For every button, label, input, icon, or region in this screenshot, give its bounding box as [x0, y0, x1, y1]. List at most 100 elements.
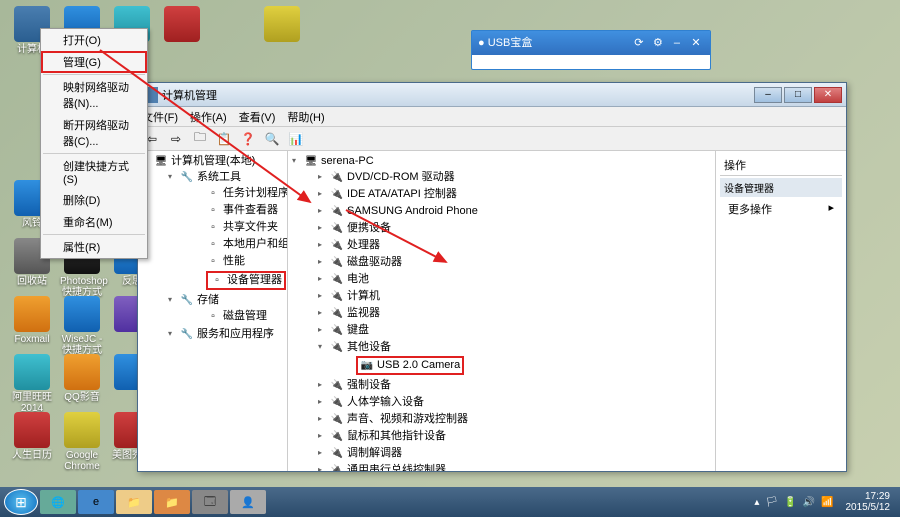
device-tree-root[interactable]: 🖥 serena-PC🔌 DVD/CD-ROM 驱动器🔌 IDE ATA/ATA… — [290, 153, 713, 471]
icon-label: 人生日历 — [10, 450, 54, 461]
more-actions[interactable]: 更多操作 ▸ — [720, 197, 842, 221]
app-icon — [164, 6, 200, 42]
tray-icon[interactable]: 📶 — [821, 497, 833, 508]
context-menu-item[interactable]: 管理(G) — [41, 51, 147, 73]
window-titlebar[interactable]: 计算机管理 – □ ✕ — [138, 83, 846, 107]
taskbar-item[interactable]: 👤 — [230, 490, 266, 514]
settings-icon[interactable]: ⚙ — [650, 31, 666, 55]
taskbar-item[interactable]: 🌐 — [40, 490, 76, 514]
tree-root[interactable]: 🖥 计算机管理(本地)🔧 系统工具▫ 任务计划程序▫ 事件查看器▫ 共享文件夹▫… — [140, 153, 285, 344]
context-menu-item[interactable]: 打开(O) — [41, 29, 147, 51]
device-category[interactable]: 🔌 计算机 — [316, 288, 713, 305]
device-icon: 🔌 — [330, 221, 344, 236]
menu-bar: 文件(F)操作(A)查看(V)帮助(H) — [138, 107, 846, 127]
menu-item[interactable]: 查看(V) — [239, 109, 276, 125]
device-category[interactable]: 🔌 DVD/CD-ROM 驱动器 — [316, 169, 713, 186]
menu-item[interactable]: 帮助(H) — [287, 109, 324, 125]
taskbar: ⊞ 🌐 e 📁 📁 🗔 👤 ▴ 🏳 🔋 🔊 📶 17:29 2015/5/12 — [0, 487, 900, 517]
device-icon: 🔌 — [330, 306, 344, 321]
desktop-icon[interactable]: QQ影音 — [60, 354, 104, 403]
close-icon[interactable]: ✕ — [688, 31, 704, 55]
minimize-button[interactable]: – — [754, 87, 782, 103]
device-category[interactable]: 🔌 声音、视频和游戏控制器 — [316, 411, 713, 428]
device-icon: 🔌 — [330, 463, 344, 471]
app-icon — [14, 354, 50, 390]
desktop-icon[interactable] — [260, 6, 304, 44]
desktop-icon[interactable]: Foxmail — [10, 296, 54, 345]
app-icon — [264, 6, 300, 42]
icon-label: WiseJC - 快捷方式 — [60, 334, 104, 356]
tree-item[interactable]: ▫ 本地用户和组 — [192, 236, 285, 253]
menu-item[interactable]: 操作(A) — [190, 109, 227, 125]
tree-group[interactable]: 🔧 服务和应用程序 — [166, 326, 285, 343]
device-category[interactable]: 🔌 磁盘驱动器 — [316, 254, 713, 271]
center-tree-panel: 🖥 serena-PC🔌 DVD/CD-ROM 驱动器🔌 IDE ATA/ATA… — [288, 151, 716, 471]
refresh-icon[interactable]: ⟳ — [631, 31, 647, 55]
tree-item[interactable]: ▫ 任务计划程序 — [192, 185, 285, 202]
device-icon: 🔌 — [330, 446, 344, 461]
context-menu-item[interactable]: 映射网络驱动器(N)... — [41, 76, 147, 114]
device-category[interactable]: 🔌 处理器 — [316, 237, 713, 254]
device-item[interactable]: 📷 USB 2.0 Camera — [342, 355, 713, 376]
close-button[interactable]: ✕ — [814, 87, 842, 103]
taskbar-item[interactable]: 📁 — [116, 490, 152, 514]
usb-window: ● USB宝盒 ⟳ ⚙ – ✕ — [471, 30, 711, 70]
desktop-icon[interactable]: WiseJC - 快捷方式 — [60, 296, 104, 356]
toolbar-button[interactable]: 🔍 — [262, 130, 282, 148]
device-category[interactable]: 🔌 SAMSUNG Android Phone — [316, 203, 713, 220]
item-icon: ▫ — [206, 254, 220, 269]
device-icon: 🔌 — [330, 412, 344, 427]
start-button[interactable]: ⊞ — [4, 489, 38, 515]
tree-item[interactable]: ▫ 性能 — [192, 253, 285, 270]
toolbar-button[interactable]: ⇨ — [166, 130, 186, 148]
device-icon: 🔌 — [330, 340, 344, 355]
device-category[interactable]: 🔌 人体学输入设备 — [316, 394, 713, 411]
tray-icon[interactable]: ▴ — [754, 497, 759, 508]
tree-group[interactable]: 🔧 系统工具▫ 任务计划程序▫ 事件查看器▫ 共享文件夹▫ 本地用户和组▫ 性能… — [166, 169, 285, 292]
device-category[interactable]: 🔌 调制解调器 — [316, 445, 713, 462]
tree-item[interactable]: ▫ 设备管理器 — [192, 270, 285, 291]
maximize-button[interactable]: □ — [784, 87, 812, 103]
desktop-icon[interactable] — [160, 6, 204, 44]
tree-item[interactable]: ▫ 事件查看器 — [192, 202, 285, 219]
context-menu-item[interactable]: 重命名(M) — [41, 211, 147, 233]
tree-item[interactable]: ▫ 磁盘管理 — [192, 308, 285, 325]
taskbar-item[interactable]: 🗔 — [192, 490, 228, 514]
desktop-icon[interactable]: 人生日历 — [10, 412, 54, 461]
tray-icon[interactable]: 🔋 — [784, 497, 796, 508]
device-category[interactable]: 🔌 其他设备📷 USB 2.0 Camera — [316, 339, 713, 377]
device-category[interactable]: 🔌 强制设备 — [316, 377, 713, 394]
tray-icon[interactable]: 🔊 — [803, 497, 815, 508]
device-category[interactable]: 🔌 通用串行总线控制器 — [316, 462, 713, 471]
tree-item[interactable]: ▫ 共享文件夹 — [192, 219, 285, 236]
device-category[interactable]: 🔌 电池 — [316, 271, 713, 288]
computer-icon: 🖥 — [304, 154, 318, 169]
minimize-icon[interactable]: – — [669, 31, 685, 55]
device-category[interactable]: 🔌 IDE ATA/ATAPI 控制器 — [316, 186, 713, 203]
toolbar-button[interactable]: 🗀 — [190, 130, 210, 148]
device-category[interactable]: 🔌 便携设备 — [316, 220, 713, 237]
device-icon: 🔌 — [330, 238, 344, 253]
toolbar-button[interactable]: ❓ — [238, 130, 258, 148]
usb-title-text: USB宝盒 — [488, 37, 533, 49]
device-icon: 🔌 — [330, 289, 344, 304]
toolbar-button[interactable]: 📋 — [214, 130, 234, 148]
desktop-icon[interactable]: Google Chrome — [60, 412, 104, 472]
context-menu-item[interactable]: 创建快捷方式(S) — [41, 155, 147, 189]
context-menu-item[interactable]: 删除(D) — [41, 189, 147, 211]
taskbar-item[interactable]: 📁 — [154, 490, 190, 514]
device-category[interactable]: 🔌 鼠标和其他指针设备 — [316, 428, 713, 445]
device-category[interactable]: 🔌 监视器 — [316, 305, 713, 322]
context-menu-item[interactable]: 断开网络驱动器(C)... — [41, 114, 147, 152]
tree-group[interactable]: 🔧 存储▫ 磁盘管理 — [166, 292, 285, 326]
context-menu-item[interactable]: 属性(R) — [41, 236, 147, 258]
desktop-icon[interactable]: 阿里旺旺2014 — [10, 354, 54, 414]
computer-icon: 🖥 — [154, 154, 168, 169]
toolbar-button[interactable]: 📊 — [286, 130, 306, 148]
usb-titlebar[interactable]: ● USB宝盒 ⟳ ⚙ – ✕ — [472, 31, 710, 55]
device-category[interactable]: 🔌 键盘 — [316, 322, 713, 339]
clock[interactable]: 17:29 2015/5/12 — [840, 491, 897, 513]
device-icon: 🔌 — [330, 323, 344, 338]
tray-icon[interactable]: 🏳 — [765, 497, 778, 508]
taskbar-item[interactable]: e — [78, 490, 114, 514]
